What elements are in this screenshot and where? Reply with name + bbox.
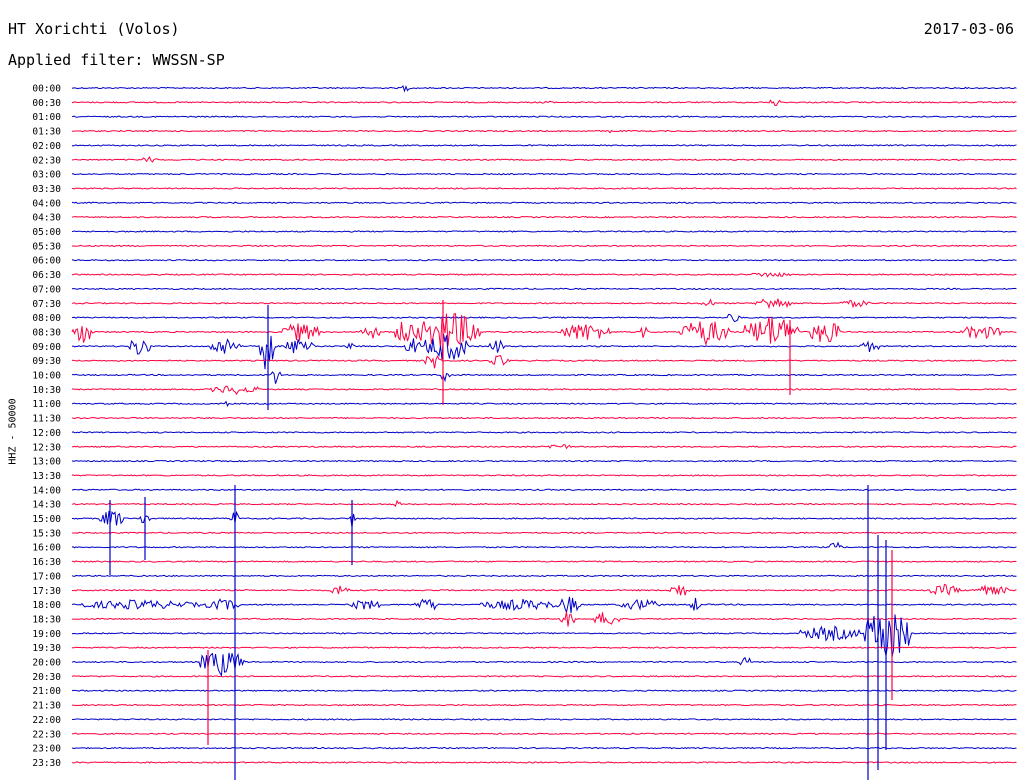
trace-row xyxy=(71,355,1017,369)
trace-row xyxy=(71,230,1017,233)
trace-row xyxy=(71,444,1017,450)
trace-row xyxy=(71,172,1017,176)
row-time-label: 18:00 xyxy=(32,600,61,611)
trace-row xyxy=(71,718,1017,721)
trace-row xyxy=(71,85,1017,93)
row-time-label: 04:30 xyxy=(32,213,61,224)
trace-row xyxy=(71,201,1017,204)
row-time-label: 20:30 xyxy=(32,672,61,683)
row-time-label: 21:00 xyxy=(32,686,61,697)
trace-row xyxy=(71,499,1017,508)
trace-row xyxy=(71,259,1017,262)
row-time-label: 21:30 xyxy=(32,701,61,712)
trace-row xyxy=(71,746,1017,750)
row-time-label: 03:30 xyxy=(32,184,61,195)
row-time-label: 07:00 xyxy=(32,284,61,295)
row-time-label: 23:30 xyxy=(32,758,61,769)
trace-row xyxy=(71,313,1017,348)
trace-row xyxy=(71,129,1017,134)
trace-row xyxy=(71,510,1017,528)
trace-row xyxy=(71,761,1017,764)
trace-row xyxy=(71,574,1017,578)
row-time-label: 01:00 xyxy=(32,112,61,123)
row-time-label: 03:00 xyxy=(32,170,61,181)
row-time-label: 09:00 xyxy=(32,342,61,353)
row-time-label: 07:30 xyxy=(32,299,61,310)
trace-row xyxy=(71,488,1017,491)
trace-row xyxy=(71,652,1017,678)
row-time-label: 06:30 xyxy=(32,270,61,281)
trace-row xyxy=(71,732,1017,735)
trace-row xyxy=(71,371,1017,384)
row-time-label: 05:00 xyxy=(32,227,61,238)
row-time-label: 12:30 xyxy=(32,442,61,453)
trace-row xyxy=(71,560,1017,563)
row-time-label: 08:00 xyxy=(32,313,61,324)
row-time-label: 10:00 xyxy=(32,371,61,382)
row-time-label: 18:30 xyxy=(32,614,61,625)
trace-row xyxy=(71,689,1017,692)
row-time-label: 09:30 xyxy=(32,356,61,367)
trace-row xyxy=(71,416,1017,420)
trace-row xyxy=(71,313,1017,323)
trace-row xyxy=(71,99,1017,106)
row-time-label: 06:00 xyxy=(32,256,61,267)
row-time-label: 01:30 xyxy=(32,127,61,138)
trace-row xyxy=(71,675,1017,678)
trace-row xyxy=(71,703,1017,707)
row-time-label: 11:30 xyxy=(32,414,61,425)
trace-row xyxy=(71,596,1017,615)
row-time-label: 02:30 xyxy=(32,155,61,166)
row-time-label: 23:00 xyxy=(32,744,61,755)
row-time-label: 15:30 xyxy=(32,528,61,539)
row-time-label: 10:30 xyxy=(32,385,61,396)
trace-row xyxy=(71,431,1017,434)
row-time-label: 16:00 xyxy=(32,543,61,554)
trace-row xyxy=(71,541,1017,549)
trace-row xyxy=(71,271,1017,278)
row-time-label: 14:30 xyxy=(32,500,61,511)
row-time-label: 22:00 xyxy=(32,715,61,726)
row-time-label: 02:00 xyxy=(32,141,61,152)
row-time-label: 19:00 xyxy=(32,629,61,640)
trace-row xyxy=(71,474,1017,477)
row-time-label: 19:30 xyxy=(32,643,61,654)
row-time-label: 17:30 xyxy=(32,586,61,597)
row-time-label: 20:00 xyxy=(32,658,61,669)
trace-row xyxy=(71,400,1017,407)
row-time-label: 17:00 xyxy=(32,571,61,582)
helicorder-plot: 00:00 00:30 01:00 01:30 02:00 02:30 03:00 03:30… xyxy=(32,84,1017,780)
row-time-label: 16:30 xyxy=(32,557,61,568)
row-time-label: 08:30 xyxy=(32,327,61,338)
row-time-label: 11:00 xyxy=(32,399,61,410)
row-time-label: 05:30 xyxy=(32,241,61,252)
trace-row xyxy=(71,287,1017,291)
trace-row xyxy=(71,531,1017,535)
trace-row xyxy=(71,298,1017,310)
row-time-label: 22:30 xyxy=(32,729,61,740)
trace-row xyxy=(71,646,1017,649)
trace-row xyxy=(71,187,1017,190)
row-time-label: 00:30 xyxy=(32,98,61,109)
trace-row xyxy=(71,115,1017,118)
trace-row xyxy=(71,156,1017,163)
row-time-label: 00:00 xyxy=(32,84,61,95)
row-time-label: 12:00 xyxy=(32,428,61,439)
row-time-label: 15:00 xyxy=(32,514,61,525)
trace-row xyxy=(71,333,1017,370)
trace-row xyxy=(71,583,1017,596)
row-time-label: 13:30 xyxy=(32,471,61,482)
trace-row xyxy=(71,215,1017,219)
trace-row xyxy=(71,459,1017,463)
trace-row xyxy=(71,614,1017,658)
row-time-label: 14:00 xyxy=(32,485,61,496)
row-time-label: 13:00 xyxy=(32,457,61,468)
trace-row xyxy=(71,385,1017,395)
trace-row xyxy=(71,244,1017,248)
trace-row xyxy=(71,144,1017,147)
row-time-label: 04:00 xyxy=(32,198,61,209)
